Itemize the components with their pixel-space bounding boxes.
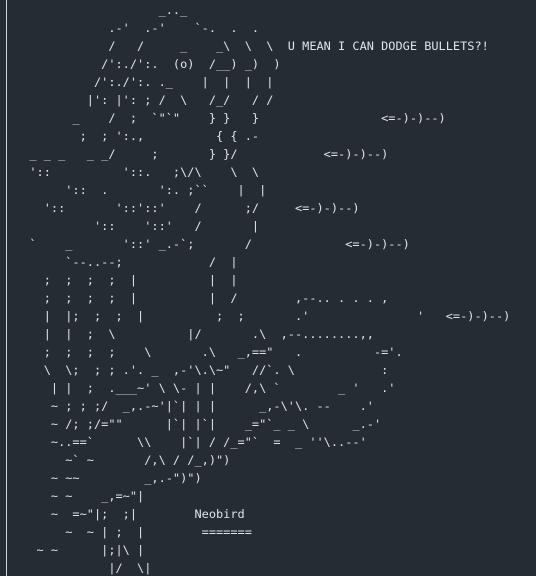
ascii-line: ~ ; ; ;/ _,.-~'|`| | | _,-\'\. -- .' (15, 399, 374, 413)
ascii-line: ~` ~ /,\ / /_,)") (15, 453, 231, 467)
ascii-line: | | ; \ |/ .\ ,--........,, (15, 327, 374, 341)
ascii-line: |': |': ; / \ /_/ / / (15, 93, 274, 107)
ascii-line: ~ ~ |;|\ | (15, 543, 145, 557)
ascii-art-output: _.._ .-' .-' `-. . . / / _ _\ \ \ U MEAN… (15, 1, 510, 576)
ascii-line: / / _ _\ \ \ U MEAN I CAN DODGE BULLETS?… (15, 39, 489, 53)
terminal-window[interactable]: _.._ .-' .-' `-. . . / / _ _\ \ \ U MEAN… (0, 0, 536, 576)
ascii-line: | |; ; ; | ; ; .' ' <=-)-)--) (15, 309, 511, 323)
ascii-line: ; ; ; ; | | / ,--.. . . . , (15, 291, 389, 305)
terminal-left-border (6, 0, 7, 576)
ascii-line: ':: '::. ;\/\ \ \ (15, 165, 260, 179)
ascii-line: ` _ '::' _.-`; / <=-)-)--) (15, 237, 410, 251)
ascii-line: ~ ~ | ; | ======= (15, 525, 252, 539)
ascii-line: `--..--; / | (15, 255, 238, 269)
ascii-line: ':: '::' / | (15, 219, 260, 233)
ascii-line: _ _ _ _ _/ ; } }/ <=-)-)--) (15, 147, 389, 161)
ascii-line: ; ; ':., { { .- (15, 129, 260, 143)
ascii-line: _.._ (15, 3, 188, 17)
ascii-line: |/ \| (15, 561, 152, 575)
ascii-line: ~ /; ;/="" |`| |`| _="`_ _ \ _.-' (15, 417, 382, 431)
ascii-line: ~..==` \\ |`| / /_="` = _ ''\..--' (15, 435, 367, 449)
ascii-line: \ \; ; ; .'. _ ,-'\.\~" //`. \ : (15, 363, 389, 377)
ascii-line: ':: '::'::' / ;/ <=-)-)--) (15, 201, 360, 215)
ascii-line: ~ ~~ _,.-")") (15, 471, 202, 485)
ascii-line: ~ =~"|; ;| Neobird (15, 507, 245, 521)
ascii-line: ; ; ; ; \ .\ _,==" . -='. (15, 345, 403, 359)
ascii-line: /':./':. ._ | | | | (15, 75, 274, 89)
ascii-line: .-' .-' `-. . . (15, 21, 260, 35)
ascii-line: | | ; .___~' \ \- | | /,\ ` _ ' .' (15, 381, 396, 395)
ascii-line: ~ ~ _,=~"| (15, 489, 145, 503)
ascii-line: _ / ; `"`" } } } <=-)-)--) (15, 111, 446, 125)
ascii-line: ':: . ':. ;`` | | (15, 183, 267, 197)
ascii-line: /':./':. (o) /__) _) ) (15, 57, 281, 71)
ascii-line: ; ; ; ; | | | (15, 273, 238, 287)
